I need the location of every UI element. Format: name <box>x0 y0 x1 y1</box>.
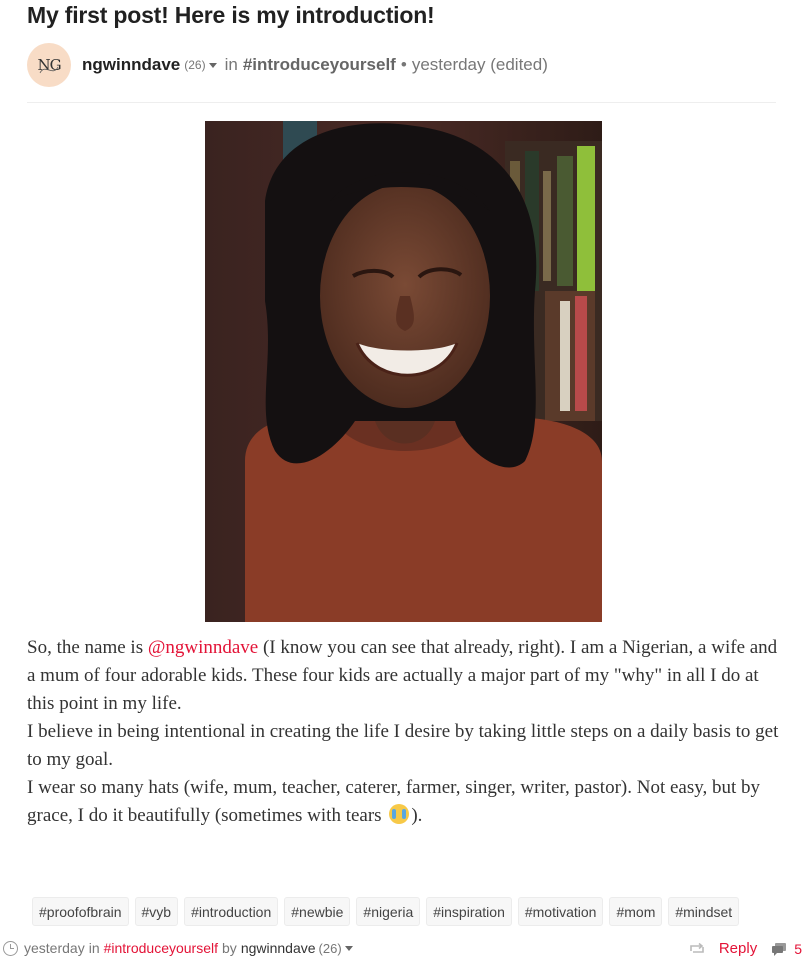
author-link[interactable]: ngwinndave <box>82 55 180 75</box>
footer-author-chevron-down-icon[interactable] <box>344 945 353 951</box>
post-image[interactable] <box>205 121 602 622</box>
byline-in-label: in <box>224 55 238 74</box>
community-link[interactable]: #introduceyourself <box>243 55 396 75</box>
post-time[interactable]: yesterday (edited) <box>412 55 548 75</box>
post-footer: yesterday in #introduceyourself by ngwin… <box>0 940 805 960</box>
tag-link[interactable]: #proofofbrain <box>32 897 129 926</box>
body-text-segment: ). <box>411 805 423 826</box>
tag-list: #proofofbrain #vyb #introduction #newbie… <box>32 897 740 926</box>
footer-meta: yesterday in #introduceyourself by ngwin… <box>3 940 361 956</box>
avatar-swirl-icon <box>39 66 59 74</box>
tag-link[interactable]: #nigeria <box>356 897 421 926</box>
body-paragraph: So, the name is @ngwinndave (I know you … <box>27 634 782 718</box>
avatar[interactable]: NG <box>27 43 71 87</box>
reblog-icon[interactable] <box>689 942 705 956</box>
body-paragraph: I believe in being intentional in creati… <box>27 721 779 770</box>
tag-link[interactable]: #mom <box>609 897 663 926</box>
footer-in-label: in <box>88 940 100 956</box>
author-menu-chevron-down-icon[interactable] <box>208 62 217 68</box>
footer-actions: Reply 5 <box>689 940 805 957</box>
footer-author-reputation: (26) <box>318 940 342 956</box>
reply-button[interactable]: Reply <box>719 940 757 957</box>
tag-link[interactable]: #introduction <box>184 897 279 926</box>
header-divider <box>27 102 776 103</box>
post-body: So, the name is @ngwinndave (I know you … <box>27 634 782 830</box>
post-byline: NG ngwinndave (26) in #introduceyourself… <box>27 43 548 87</box>
mention-link[interactable]: @ngwinndave <box>148 637 258 658</box>
post-title: My first post! Here is my introduction! <box>27 2 435 28</box>
photo-of-smiling-woman-icon <box>205 121 602 622</box>
tag-link[interactable]: #newbie <box>284 897 351 926</box>
comments-icon[interactable] <box>771 942 787 956</box>
crying-face-icon <box>389 804 410 824</box>
footer-time[interactable]: yesterday <box>24 940 85 956</box>
tag-link[interactable]: #inspiration <box>426 897 512 926</box>
tag-link[interactable]: #vyb <box>134 897 179 926</box>
clock-icon <box>3 940 18 956</box>
tag-link[interactable]: #motivation <box>517 897 604 926</box>
footer-community-link[interactable]: #introduceyourself <box>104 940 218 956</box>
comments-count[interactable]: 5 <box>794 941 802 957</box>
footer-author-link[interactable]: ngwinndave <box>241 940 316 956</box>
body-paragraph: I wear so many hats (wife, mum, teacher,… <box>27 774 782 830</box>
body-text-segment: So, the name is <box>27 637 148 658</box>
tag-link[interactable]: #mindset <box>668 897 740 926</box>
author-reputation: (26) <box>184 58 206 72</box>
byline-separator: • <box>400 55 407 74</box>
footer-by-label: by <box>222 940 237 956</box>
